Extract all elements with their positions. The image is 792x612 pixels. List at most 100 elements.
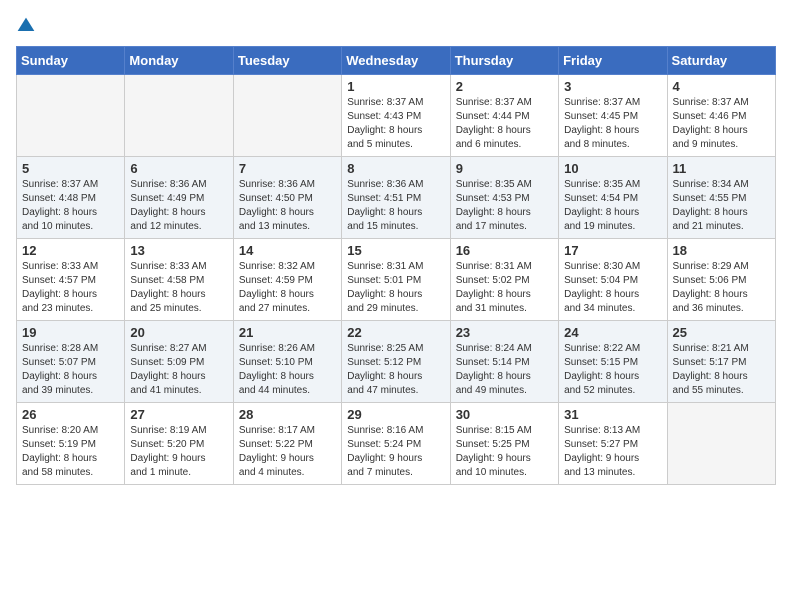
day-info: Sunrise: 8:26 AM Sunset: 5:10 PM Dayligh… [239,342,336,398]
day-number: 27 [130,407,227,422]
day-number: 6 [130,161,227,176]
calendar-cell: 4 Sunrise: 8:37 AM Sunset: 4:46 PM Daylig… [667,75,775,157]
day-number: 12 [22,243,119,258]
calendar-table: SundayMondayTuesdayWednesdayThursdayFrid… [16,46,776,485]
day-number: 11 [673,161,770,176]
weekday-header-row: SundayMondayTuesdayWednesdayThursdayFrid… [17,47,776,75]
day-number: 26 [22,407,119,422]
day-info: Sunrise: 8:34 AM Sunset: 4:55 PM Dayligh… [673,178,770,234]
day-number: 21 [239,325,336,340]
day-number: 23 [456,325,553,340]
calendar-cell: 11 Sunrise: 8:34 AM Sunset: 4:55 PM Dayli… [667,157,775,239]
day-number: 10 [564,161,661,176]
day-info: Sunrise: 8:35 AM Sunset: 4:53 PM Dayligh… [456,178,553,234]
weekday-header-friday: Friday [559,47,667,75]
day-number: 2 [456,79,553,94]
day-info: Sunrise: 8:29 AM Sunset: 5:06 PM Dayligh… [673,260,770,316]
calendar-cell: 14 Sunrise: 8:32 AM Sunset: 4:59 PM Dayli… [233,239,341,321]
day-info: Sunrise: 8:36 AM Sunset: 4:51 PM Dayligh… [347,178,444,234]
calendar-cell: 26Sunrise: 8:20 AM Sunset: 5:19 PM Dayli… [17,403,125,485]
calendar-cell: 23 Sunrise: 8:24 AM Sunset: 5:14 PM Dayli… [450,321,558,403]
day-info: Sunrise: 8:15 AM Sunset: 5:25 PM Dayligh… [456,424,553,480]
calendar-cell: 9 Sunrise: 8:35 AM Sunset: 4:53 PM Daylig… [450,157,558,239]
weekday-header-tuesday: Tuesday [233,47,341,75]
week-row-5: 26Sunrise: 8:20 AM Sunset: 5:19 PM Dayli… [17,403,776,485]
day-info: Sunrise: 8:36 AM Sunset: 4:50 PM Dayligh… [239,178,336,234]
weekday-header-wednesday: Wednesday [342,47,450,75]
day-info: Sunrise: 8:31 AM Sunset: 5:02 PM Dayligh… [456,260,553,316]
day-number: 17 [564,243,661,258]
calendar-cell: 22 Sunrise: 8:25 AM Sunset: 5:12 PM Dayli… [342,321,450,403]
calendar-cell [233,75,341,157]
calendar-cell: 20 Sunrise: 8:27 AM Sunset: 5:09 PM Dayli… [125,321,233,403]
day-info: Sunrise: 8:24 AM Sunset: 5:14 PM Dayligh… [456,342,553,398]
weekday-header-monday: Monday [125,47,233,75]
calendar-cell: 21 Sunrise: 8:26 AM Sunset: 5:10 PM Dayli… [233,321,341,403]
day-number: 7 [239,161,336,176]
week-row-3: 12 Sunrise: 8:33 AM Sunset: 4:57 PM Dayli… [17,239,776,321]
day-info: Sunrise: 8:33 AM Sunset: 4:57 PM Dayligh… [22,260,119,316]
day-info: Sunrise: 8:37 AM Sunset: 4:45 PM Dayligh… [564,96,661,152]
day-info: Sunrise: 8:27 AM Sunset: 5:09 PM Dayligh… [130,342,227,398]
day-info: Sunrise: 8:32 AM Sunset: 4:59 PM Dayligh… [239,260,336,316]
day-number: 13 [130,243,227,258]
calendar-cell: 31Sunrise: 8:13 AM Sunset: 5:27 PM Dayli… [559,403,667,485]
day-number: 15 [347,243,444,258]
calendar-cell: 8 Sunrise: 8:36 AM Sunset: 4:51 PM Daylig… [342,157,450,239]
day-number: 14 [239,243,336,258]
day-info: Sunrise: 8:37 AM Sunset: 4:46 PM Dayligh… [673,96,770,152]
day-number: 4 [673,79,770,94]
day-info: Sunrise: 8:28 AM Sunset: 5:07 PM Dayligh… [22,342,119,398]
day-number: 22 [347,325,444,340]
day-info: Sunrise: 8:21 AM Sunset: 5:17 PM Dayligh… [673,342,770,398]
day-info: Sunrise: 8:19 AM Sunset: 5:20 PM Dayligh… [130,424,227,480]
day-number: 30 [456,407,553,422]
week-row-2: 5 Sunrise: 8:37 AM Sunset: 4:48 PM Daylig… [17,157,776,239]
calendar-cell: 5 Sunrise: 8:37 AM Sunset: 4:48 PM Daylig… [17,157,125,239]
day-number: 20 [130,325,227,340]
day-info: Sunrise: 8:33 AM Sunset: 4:58 PM Dayligh… [130,260,227,316]
day-number: 9 [456,161,553,176]
day-number: 1 [347,79,444,94]
calendar-cell: 16 Sunrise: 8:31 AM Sunset: 5:02 PM Dayli… [450,239,558,321]
day-number: 18 [673,243,770,258]
calendar-cell: 29Sunrise: 8:16 AM Sunset: 5:24 PM Dayli… [342,403,450,485]
calendar-cell: 7 Sunrise: 8:36 AM Sunset: 4:50 PM Daylig… [233,157,341,239]
calendar-cell: 25 Sunrise: 8:21 AM Sunset: 5:17 PM Dayli… [667,321,775,403]
calendar-cell: 13 Sunrise: 8:33 AM Sunset: 4:58 PM Dayli… [125,239,233,321]
day-info: Sunrise: 8:25 AM Sunset: 5:12 PM Dayligh… [347,342,444,398]
day-number: 16 [456,243,553,258]
calendar-cell: 24Sunrise: 8:22 AM Sunset: 5:15 PM Dayli… [559,321,667,403]
logo-icon [16,16,36,36]
calendar-cell [667,403,775,485]
page-header [16,16,776,36]
calendar-cell: 19 Sunrise: 8:28 AM Sunset: 5:07 PM Dayli… [17,321,125,403]
day-info: Sunrise: 8:37 AM Sunset: 4:43 PM Dayligh… [347,96,444,152]
calendar-cell: 18 Sunrise: 8:29 AM Sunset: 5:06 PM Dayli… [667,239,775,321]
day-number: 28 [239,407,336,422]
day-number: 5 [22,161,119,176]
day-number: 19 [22,325,119,340]
week-row-4: 19 Sunrise: 8:28 AM Sunset: 5:07 PM Dayli… [17,321,776,403]
calendar-cell: 2Sunrise: 8:37 AM Sunset: 4:44 PM Daylig… [450,75,558,157]
calendar-cell: 28 Sunrise: 8:17 AM Sunset: 5:22 PM Dayli… [233,403,341,485]
day-info: Sunrise: 8:36 AM Sunset: 4:49 PM Dayligh… [130,178,227,234]
weekday-header-thursday: Thursday [450,47,558,75]
calendar-cell: 3 Sunrise: 8:37 AM Sunset: 4:45 PM Daylig… [559,75,667,157]
day-info: Sunrise: 8:17 AM Sunset: 5:22 PM Dayligh… [239,424,336,480]
calendar-cell: 1 Sunrise: 8:37 AM Sunset: 4:43 PM Daylig… [342,75,450,157]
day-info: Sunrise: 8:37 AM Sunset: 4:48 PM Dayligh… [22,178,119,234]
week-row-1: 1 Sunrise: 8:37 AM Sunset: 4:43 PM Daylig… [17,75,776,157]
calendar-cell: 12 Sunrise: 8:33 AM Sunset: 4:57 PM Dayli… [17,239,125,321]
day-number: 3 [564,79,661,94]
weekday-header-sunday: Sunday [17,47,125,75]
calendar-cell: 17 Sunrise: 8:30 AM Sunset: 5:04 PM Dayli… [559,239,667,321]
weekday-header-saturday: Saturday [667,47,775,75]
calendar-cell: 15Sunrise: 8:31 AM Sunset: 5:01 PM Dayli… [342,239,450,321]
calendar-cell: 30 Sunrise: 8:15 AM Sunset: 5:25 PM Dayli… [450,403,558,485]
day-number: 8 [347,161,444,176]
day-number: 31 [564,407,661,422]
calendar-cell: 10Sunrise: 8:35 AM Sunset: 4:54 PM Dayli… [559,157,667,239]
day-number: 25 [673,325,770,340]
day-info: Sunrise: 8:30 AM Sunset: 5:04 PM Dayligh… [564,260,661,316]
